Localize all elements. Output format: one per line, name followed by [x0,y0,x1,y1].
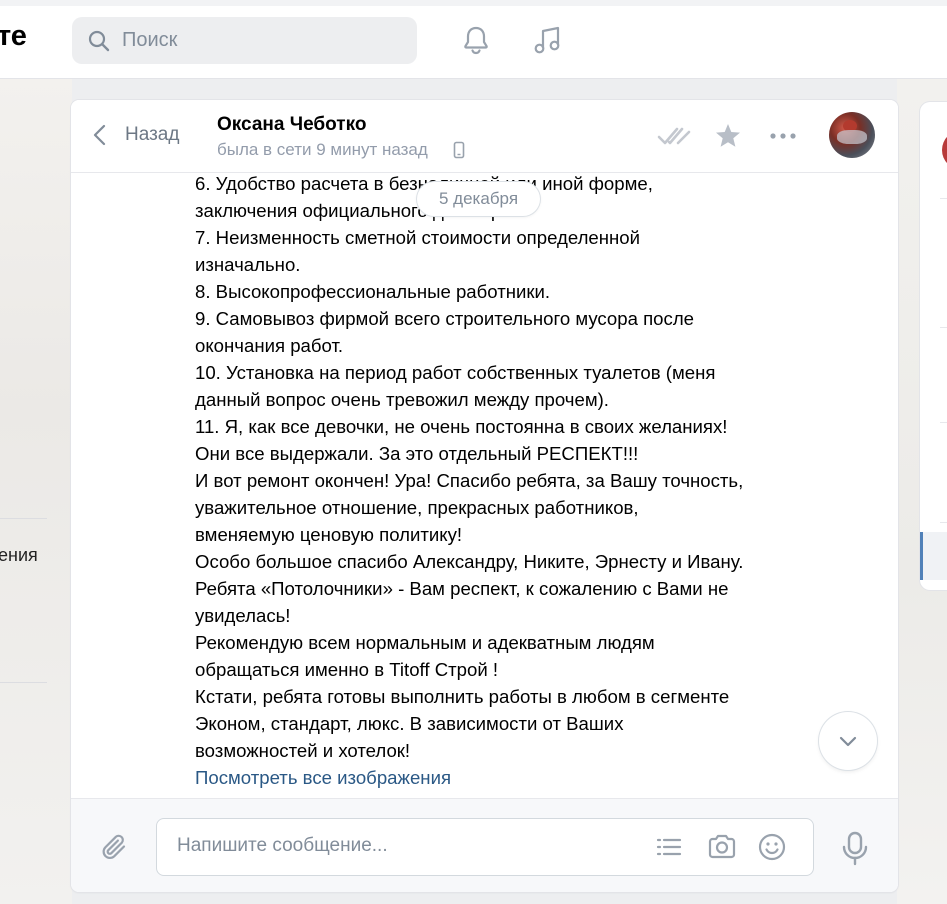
message-line: Особо большое спасибо Александру, Никите… [195,551,744,572]
logo[interactable]: те [0,20,27,53]
divider [940,422,947,423]
message-line: Они все выдержали. За это отдельный РЕСП… [195,443,639,464]
bell-icon[interactable] [458,22,494,58]
peer-name[interactable]: Оксана Чеботко [217,114,366,136]
message-line: обращаться именно в Titoff Строй ! [195,659,499,680]
message-line: данный вопрос очень тревожил между проче… [195,389,609,410]
message-line: 7. Неизменность сметной стоимости опреде… [195,227,641,248]
chevron-left-icon [93,124,106,146]
right-panel [920,102,947,590]
divider [940,327,947,328]
left-divider [0,682,47,683]
message-line: 10. Установка на период работ собственны… [195,362,716,383]
message-line: Кстати, ребята готовы выполнить работы в… [195,686,730,707]
top-strip [0,0,947,6]
message-line: Ребята «Потолочники» - Вам респект, к со… [195,578,729,599]
message-line: 8. Высокопрофессиональные работники. [195,281,551,302]
selected-chat-item[interactable] [923,532,947,580]
peer-status: была в сети 9 минут назад [217,140,428,159]
chat-header: Назад Оксана Чеботко была в сети 9 минут… [71,100,898,173]
divider [940,522,947,523]
view-all-images-link[interactable]: Посмотреть все изображения [195,764,805,791]
star-icon[interactable] [710,118,746,154]
divider [940,198,947,199]
avatar[interactable] [942,130,947,170]
message-composer [71,798,898,892]
phone-icon [453,141,465,159]
message-line: вменяемую ценовую политику! [195,524,463,545]
search-icon [88,30,110,52]
message-line: увиделась! [195,605,291,626]
music-icon[interactable] [529,22,565,58]
left-menu-fragment[interactable]: ения [0,545,38,566]
back-label: Назад [125,124,180,145]
message-text: 6. Удобство расчета в безналичной или ин… [195,172,805,791]
paperclip-icon[interactable] [97,830,133,866]
message-line: И вот ремонт окончен! Ура! Спасибо ребят… [195,470,744,491]
message-line: Эконом, стандарт, люкс. В зависимости от… [195,713,624,734]
message-line: уважительное отношение, прекрасных работ… [195,497,639,518]
message-line: 11. Я, как все девочки, не очень постоян… [195,416,728,437]
peer-avatar[interactable] [829,112,875,158]
message-history[interactable]: 5 декабря 6. Удобство расчета в безналич… [71,172,898,798]
chat-window: Назад Оксана Чеботко была в сети 9 минут… [71,100,898,892]
message-line: окончания работ. [195,335,344,356]
left-background [0,78,72,904]
message-input[interactable] [177,833,617,859]
microphone-icon[interactable] [835,828,875,868]
chevron-down-icon [839,736,857,747]
more-icon[interactable] [765,118,801,154]
left-divider [0,518,47,519]
camera-icon[interactable] [705,830,739,864]
avatar-detail [837,130,867,144]
scroll-down-button[interactable] [819,712,877,770]
message-line: Рекомендую всем нормальным и адекватным … [195,632,655,653]
search-box[interactable] [72,17,417,64]
list-icon[interactable] [652,830,686,864]
message-line: 9. Самовывоз фирмой всего строительного … [195,308,695,329]
smile-icon[interactable] [755,830,789,864]
message-input-box[interactable] [156,818,814,876]
top-bar: те [0,0,947,79]
date-badge: 5 декабря [417,182,541,216]
message-line: изначально. [195,254,301,275]
selection-accent [920,532,923,580]
search-input[interactable] [122,25,402,55]
message-line: возможностей и хотелок! [195,740,411,761]
double-check-icon[interactable] [656,118,692,154]
